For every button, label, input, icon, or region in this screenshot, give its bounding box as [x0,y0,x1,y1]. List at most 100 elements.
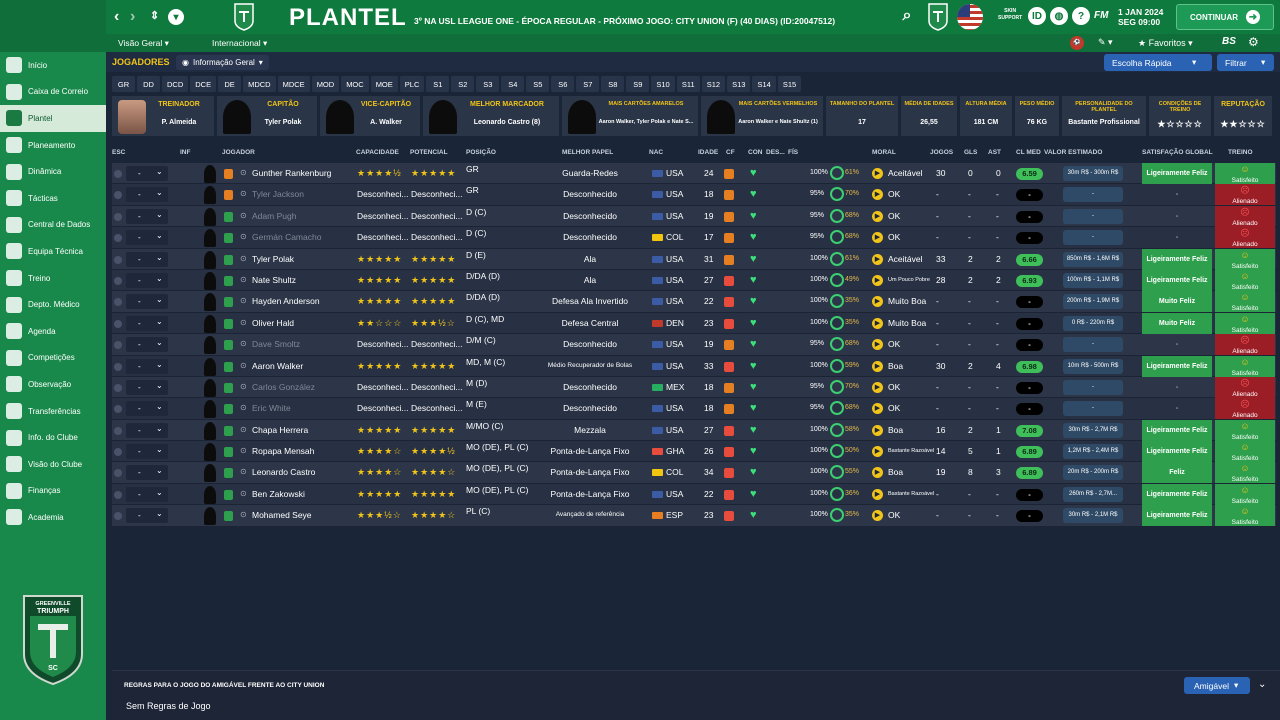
player-name[interactable]: Germán Camacho [252,232,321,242]
column-header-4[interactable]: POTENCIAL [410,149,448,156]
player-name[interactable]: Dave Smoltz [252,339,300,349]
row-select-check[interactable] [114,298,122,307]
row-select-check[interactable] [114,362,122,371]
skin-support-label[interactable]: SKIN SUPPORT [998,8,1022,22]
column-header-10[interactable]: CON [748,149,762,156]
table-row[interactable]: - ⌄ ⊙ Tyler Polak ★★★★★ ★★★★★ D (E) Ala USA 31 ♥ 10… [112,248,1276,270]
table-row[interactable]: - ⌄ ⊙ Germán Camacho Desconheci... Desconheci… [112,227,1276,249]
sidebar-item-3[interactable]: Planeamento [0,132,106,159]
position-tab-25[interactable]: S15 [777,76,802,92]
sidebar-item-6[interactable]: Central de Dados [0,212,106,239]
help-icon[interactable]: ? [1072,7,1090,25]
friendly-select[interactable]: Amigável ▾ [1184,677,1250,694]
position-tab-16[interactable]: S6 [551,76,575,92]
row-select-check[interactable] [114,426,122,435]
table-row[interactable]: - ⌄ ⊙ Ben Zakowski ★★★★★ ★★★★★ MO (DE), PL (C)… [112,483,1276,506]
table-row[interactable]: - ⌄ ⊙ Eric White Desconheci... Desconheci... M… [112,398,1276,420]
position-tab-13[interactable]: S3 [476,76,500,92]
column-header-7[interactable]: NAC [649,149,663,156]
table-row[interactable]: - ⌄ ⊙ Nate Shultz ★★★★★ ★★★★★ D/DA (D) Ala USA 27… [112,269,1276,292]
row-select-check[interactable] [114,490,122,499]
player-name[interactable]: Ben Zakowski [252,489,305,499]
position-tab-4[interactable]: DE [218,76,242,92]
selection-dropdown[interactable]: - ⌄ [126,272,168,288]
selection-dropdown[interactable]: - ⌄ [126,465,168,481]
table-row[interactable]: - ⌄ ⊙ Carlos González Desconheci... Desconhec… [112,376,1276,399]
player-name[interactable]: Chapa Herrera [252,425,308,435]
column-header-2[interactable]: JOGADOR [222,149,255,156]
position-tab-3[interactable]: DCE [190,76,217,92]
selection-dropdown[interactable]: - ⌄ [126,401,168,417]
position-tab-0[interactable]: GR [112,76,135,92]
row-select-check[interactable] [114,405,122,414]
bs-label[interactable]: BS [1222,36,1236,47]
position-tab-8[interactable]: MOC [341,76,369,92]
settings-icon[interactable]: ⚙ [1248,35,1259,49]
id-icon[interactable]: ID [1028,7,1046,25]
sidebar-item-11[interactable]: Competições [0,345,106,372]
table-row[interactable]: - ⌄ ⊙ Gunther Rankenburg ★★★★½ ★★★★★ GR Guarda-… [112,163,1276,185]
selection-dropdown[interactable]: - ⌄ [126,208,168,224]
player-name[interactable]: Carlos González [252,382,315,392]
player-name[interactable]: Oliver Hald [252,318,294,328]
selection-dropdown[interactable]: - ⌄ [126,422,168,438]
sidebar-item-2[interactable]: Plantel [0,105,106,132]
column-header-8[interactable]: IDADE [698,149,718,156]
position-tab-18[interactable]: S8 [601,76,625,92]
position-tab-12[interactable]: S2 [451,76,475,92]
selection-dropdown[interactable]: - ⌄ [126,444,168,460]
row-select-check[interactable] [114,341,122,350]
position-tab-6[interactable]: MDCE [277,76,310,92]
position-tab-2[interactable]: DCD [162,76,189,92]
edit-icon[interactable]: ✎ ▾ [1098,37,1113,48]
table-row[interactable]: - ⌄ ⊙ Leonardo Castro ★★★★☆ ★★★★☆ MO (DE), PL … [112,462,1276,484]
player-name[interactable]: Gunther Rankenburg [252,168,331,178]
subnav-overview[interactable]: Visão Geral ▾ [118,38,169,49]
position-tab-14[interactable]: S4 [501,76,525,92]
selection-dropdown[interactable]: - ⌄ [126,230,168,246]
selection-dropdown[interactable]: - ⌄ [126,294,168,310]
column-header-20[interactable]: TREINO [1228,149,1253,156]
player-name[interactable]: Hayden Anderson [252,296,320,306]
column-header-15[interactable]: GLS [964,149,977,156]
player-name[interactable]: Mohamed Seye [252,510,312,520]
position-tab-1[interactable]: DD [137,76,160,92]
sidebar-item-16[interactable]: Finanças [0,478,106,505]
sidebar-item-0[interactable]: Início [0,52,106,79]
sidebar-item-15[interactable]: Visão do Clube [0,451,106,478]
row-select-check[interactable] [114,319,122,328]
sidebar-item-4[interactable]: Dinâmica [0,158,106,185]
fm-label[interactable]: FM [1094,10,1108,21]
position-tab-10[interactable]: PLC [399,76,425,92]
dropdown-circle-icon[interactable]: ▾ [168,9,184,25]
position-tab-22[interactable]: S12 [701,76,726,92]
quick-pick-button[interactable]: Escolha Rápida ▾ [1104,54,1212,71]
position-tab-5[interactable]: MDCD [243,76,276,92]
selection-dropdown[interactable]: - ⌄ [126,379,168,395]
subnav-international[interactable]: Internacional ▾ [212,38,267,49]
sidebar-item-14[interactable]: Info. do Clube [0,424,106,451]
player-name[interactable]: Tyler Polak [252,254,294,264]
player-name[interactable]: Adam Pugh [252,211,296,221]
column-header-17[interactable]: CL MED [1016,149,1041,156]
row-select-check[interactable] [114,383,122,392]
sidebar-item-1[interactable]: Caixa de Correio [0,79,106,106]
table-row[interactable]: - ⌄ ⊙ Tyler Jackson Desconheci... Desconheci.… [112,184,1276,206]
sidebar-item-10[interactable]: Agenda [0,318,106,345]
selection-dropdown[interactable]: - ⌄ [126,251,168,267]
column-header-0[interactable]: ESC [112,149,125,156]
table-row[interactable]: - ⌄ ⊙ Mohamed Seye ★★★½☆ ★★★★☆ PL (C) Avançado … [112,505,1276,527]
column-header-13[interactable]: MORAL [872,149,896,156]
table-row[interactable]: - ⌄ ⊙ Hayden Anderson ★★★★★ ★★★★★ D/DA (D) Defe… [112,291,1276,313]
table-row[interactable]: - ⌄ ⊙ Chapa Herrera ★★★★★ ★★★★★ M/MO (C) Mezzal… [112,419,1276,442]
club-badge-small-icon[interactable] [928,3,948,31]
row-select-check[interactable] [114,255,122,264]
position-tab-17[interactable]: S7 [576,76,600,92]
player-name[interactable]: Tyler Jackson [252,189,304,199]
selection-dropdown[interactable]: - ⌄ [126,315,168,331]
position-tab-21[interactable]: S11 [676,76,700,92]
selection-dropdown[interactable]: - ⌄ [126,358,168,374]
position-tab-11[interactable]: S1 [426,76,450,92]
row-select-check[interactable] [114,212,122,221]
forward-icon[interactable]: › [130,8,135,26]
